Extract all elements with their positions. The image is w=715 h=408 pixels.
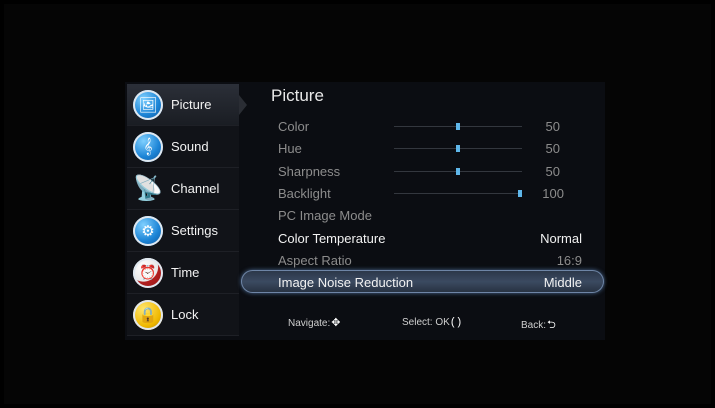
padlock-icon: 🔒 <box>133 299 163 330</box>
setting-label: Color Temperature <box>278 231 386 246</box>
back-hint: Back:⮌ <box>521 319 556 331</box>
sidebar-item-picture[interactable]: 🖼 Picture <box>127 84 247 126</box>
sidebar-item-label: Sound <box>171 139 209 154</box>
sidebar-item-lock[interactable]: 🔒 Lock <box>127 294 239 336</box>
slider-track[interactable] <box>394 190 522 197</box>
setting-row-backlight[interactable]: Backlight 100 <box>278 183 578 203</box>
sidebar-item-label: Time <box>171 265 200 280</box>
sidebar-item-settings[interactable]: ⚙ Settings <box>127 210 239 252</box>
setting-value: 50 <box>545 141 560 156</box>
gear-icon: ⚙ <box>133 215 163 246</box>
setting-row-sharpness[interactable]: Sharpness 50 <box>278 161 578 181</box>
slider-knob[interactable] <box>456 168 460 175</box>
setting-value: Normal <box>540 231 582 246</box>
slider-track[interactable] <box>394 168 522 175</box>
slider-knob[interactable] <box>456 123 460 130</box>
navigate-hint: Navigate:✥ <box>288 317 341 329</box>
setting-label: Backlight <box>278 186 331 201</box>
setting-label: Aspect Ratio <box>278 253 352 268</box>
setting-value: 50 <box>545 119 560 134</box>
ok-button-icon: ( ) <box>450 316 462 328</box>
menu-sidebar: 🖼 Picture 𝄞 Sound 📡 Channel ⚙ Settings ⏰… <box>127 84 247 336</box>
setting-value: 16:9 <box>556 253 582 268</box>
slider-knob[interactable] <box>456 145 460 152</box>
sidebar-item-label: Lock <box>171 307 199 322</box>
back-arrow-icon: ⮌ <box>547 319 556 331</box>
setting-label: Color <box>278 119 310 134</box>
setting-label: Hue <box>278 141 302 156</box>
slider-track[interactable] <box>394 123 522 130</box>
setting-row-aspect-ratio[interactable]: Aspect Ratio 16:9 <box>278 250 582 270</box>
slider-knob[interactable] <box>518 190 522 197</box>
setting-row-image-noise-reduction[interactable]: Image Noise Reduction Middle <box>278 272 582 292</box>
dpad-icon: ✥ <box>331 317 341 329</box>
sidebar-item-channel[interactable]: 📡 Channel <box>127 168 239 210</box>
sidebar-item-time[interactable]: ⏰ Time <box>127 252 239 294</box>
select-hint: Select: OK( ) <box>402 316 462 328</box>
sidebar-item-sound[interactable]: 𝄞 Sound <box>127 126 239 168</box>
setting-label: PC Image Mode <box>278 208 372 223</box>
setting-value: Middle <box>543 275 582 290</box>
setting-row-color[interactable]: Color 50 <box>278 116 578 136</box>
picture-icon: 🖼 <box>133 89 163 120</box>
setting-label: Image Noise Reduction <box>278 275 414 290</box>
setting-value: 100 <box>542 186 564 201</box>
sidebar-item-label: Settings <box>171 223 218 238</box>
setting-row-pc-image-mode[interactable]: PC Image Mode <box>278 205 578 225</box>
page-title: Picture <box>271 86 324 105</box>
sidebar-item-label: Picture <box>171 97 212 112</box>
setting-label: Sharpness <box>278 164 341 179</box>
satellite-dish-icon: 📡 <box>133 175 163 202</box>
music-note-icon: 𝄞 <box>133 131 163 162</box>
setting-value: 50 <box>545 164 560 179</box>
setting-row-hue[interactable]: Hue 50 <box>278 138 578 158</box>
sidebar-item-label: Channel <box>171 181 220 196</box>
alarm-clock-icon: ⏰ <box>133 257 163 288</box>
slider-track[interactable] <box>394 145 522 152</box>
setting-row-color-temperature[interactable]: Color Temperature Normal <box>278 228 582 248</box>
